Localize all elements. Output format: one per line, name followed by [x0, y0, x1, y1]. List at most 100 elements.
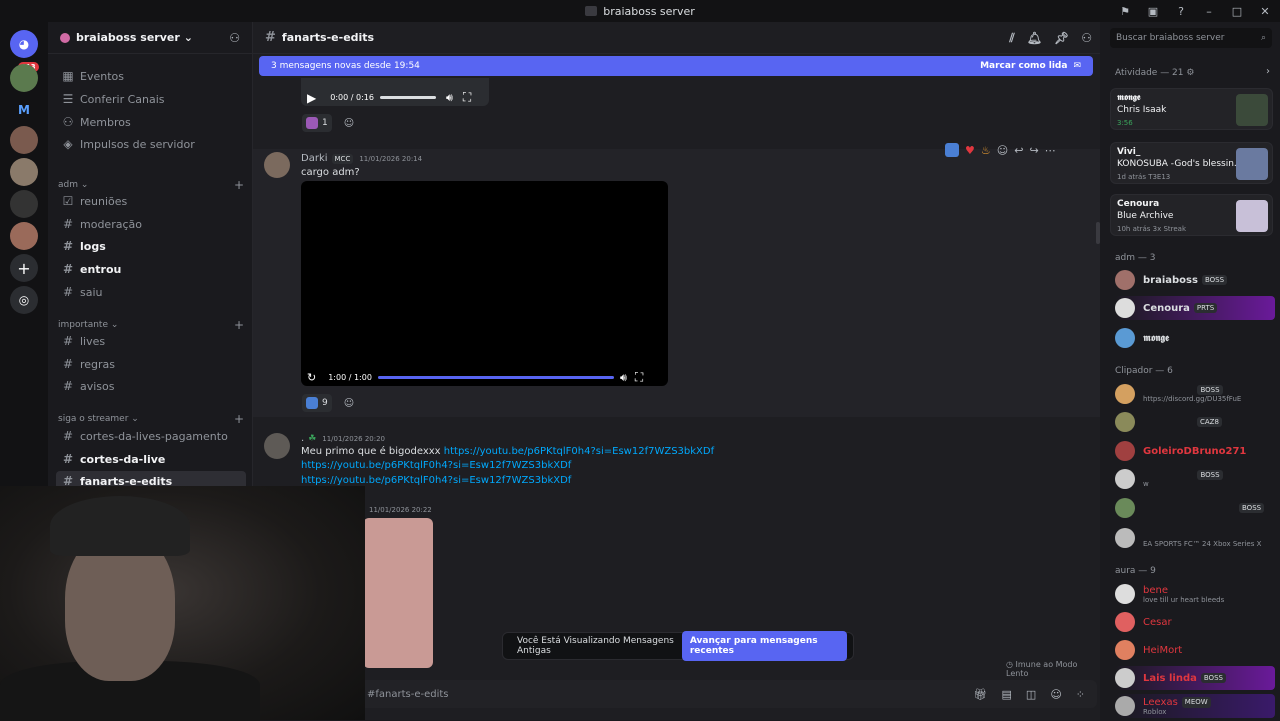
channel-entrou[interactable]: # entrou	[56, 259, 246, 279]
member-list-icon[interactable]: ⚇	[1081, 31, 1092, 45]
member-item[interactable]: HeiMort	[1115, 638, 1275, 662]
video-attachment[interactable]	[301, 181, 668, 386]
sticker-icon[interactable]: ◫	[1026, 688, 1036, 701]
nav-members[interactable]: ⚇ Membros	[56, 112, 246, 132]
apps-icon[interactable]: ⁘	[1076, 688, 1085, 701]
more-icon[interactable]: ⋯	[1045, 144, 1056, 157]
member-item[interactable]: bene love till ur heart bleeds	[1115, 582, 1275, 606]
maximize-icon[interactable]: □	[1230, 5, 1244, 18]
help-icon[interactable]: ?	[1174, 5, 1188, 18]
discover-icon[interactable]: ◎	[10, 286, 38, 314]
member-item[interactable]: 𝖒𝖔𝖓𝖌𝖊	[1115, 326, 1275, 350]
guild-icon[interactable]	[10, 64, 38, 92]
member-item[interactable]: EA SPORTS FC™ 24 Xbox Series X	[1115, 526, 1275, 550]
reaction[interactable]: 1	[302, 114, 332, 132]
minimize-icon[interactable]: –	[1202, 5, 1216, 18]
channel-cortes-da-live[interactable]: # cortes-da-live	[56, 449, 246, 469]
category-adm[interactable]: adm ⌄ +	[58, 178, 244, 192]
add-reaction-button[interactable]: ☺	[340, 394, 358, 412]
youtube-link[interactable]: https://youtu.be/p6PKtqlF0h4?si=Esw12f7W…	[301, 460, 571, 471]
member-item[interactable]: Cesar	[1115, 610, 1275, 634]
message-input[interactable]: #fanarts-e-edits 🎁︎ ▤ ◫ ☺ ⁘	[355, 680, 1097, 708]
gift-icon[interactable]: 🎁︎	[974, 688, 988, 701]
add-channel-icon[interactable]: +	[234, 178, 244, 192]
screen-icon[interactable]: ▣	[1146, 5, 1160, 18]
guild-icon[interactable]	[10, 126, 38, 154]
heart-icon[interactable]: ♥	[965, 144, 975, 157]
activity-card[interactable]: 𝖒𝖔𝖓𝖌𝖊 Chris Isaak 3:56	[1110, 88, 1273, 130]
video-player: ↻ 1:00 / 1:00 🔊︎ ⛶	[307, 370, 661, 385]
member-item[interactable]: braiaboss BOSS	[1115, 268, 1275, 292]
channel-reunioes[interactable]: ☑ reuniões	[56, 191, 246, 211]
channel-lives[interactable]: # lives	[56, 331, 246, 351]
volume-icon[interactable]: 🔊︎	[620, 371, 627, 385]
video-progress-bar[interactable]	[377, 376, 614, 379]
member-item[interactable]: BOSS https://discord.gg/DU35fFuE	[1115, 382, 1275, 406]
pin-icon[interactable]: 📌︎	[1054, 31, 1069, 45]
member-item[interactable]: GoleiroDBruno271	[1115, 439, 1275, 463]
channel-moderacao[interactable]: # moderação	[56, 214, 246, 234]
image-attachment[interactable]	[363, 518, 433, 668]
channel-avisos[interactable]: # avisos	[56, 376, 246, 396]
search-input[interactable]: Buscar braiaboss server ⌕	[1110, 28, 1272, 48]
fire-icon[interactable]: ♨	[981, 144, 991, 157]
volume-icon[interactable]: 🔊︎	[446, 91, 453, 105]
guild-icon[interactable]	[10, 222, 38, 250]
mark-read-button[interactable]: Marcar como lida	[980, 61, 1067, 71]
close-icon[interactable]: ✕	[1258, 5, 1272, 18]
reply-icon[interactable]: ↩	[1014, 144, 1023, 157]
reaction[interactable]: 9	[302, 394, 332, 412]
threads-icon[interactable]: ⫽	[1009, 31, 1014, 46]
member-item[interactable]: BOSS w	[1115, 467, 1275, 491]
author-name[interactable]: Darki	[301, 153, 328, 164]
hash-icon: #	[62, 379, 74, 393]
nav-browse-channels[interactable]: ☰ Conferir Canais	[56, 89, 246, 109]
list-icon: ☰	[62, 92, 74, 106]
jump-to-present-button[interactable]: Avançar para mensagens recentes	[681, 631, 847, 661]
inbox-flag-icon[interactable]: ⚑	[1118, 5, 1132, 18]
add-channel-icon[interactable]: +	[234, 412, 244, 426]
nav-boosts[interactable]: ◈ Impulsos de servidor	[56, 134, 246, 154]
fullscreen-icon[interactable]: ⛶	[635, 370, 643, 385]
invite-icon[interactable]: ⚇	[229, 31, 240, 45]
youtube-link[interactable]: https://youtu.be/p6PKtqlF0h4?si=Esw12f7W…	[301, 475, 571, 486]
member-item[interactable]: BOSS	[1115, 496, 1275, 520]
nav-events[interactable]: ▦ Eventos	[56, 66, 246, 86]
channel-saiu[interactable]: # saiu	[56, 282, 246, 302]
emoji-icon[interactable]: ☺	[1050, 688, 1061, 701]
category-importante[interactable]: importante ⌄ +	[58, 318, 244, 332]
add-reaction-icon[interactable]: ☺	[997, 144, 1008, 157]
author-name[interactable]: .	[301, 433, 304, 444]
youtube-link[interactable]: https://youtu.be/p6PKtqlF0h4?si=Esw12f7W…	[444, 446, 714, 457]
member-item[interactable]: Leexas MEOW Roblox	[1115, 694, 1275, 718]
activity-card[interactable]: Cenoura Blue Archive 10h atrás 3x Streak	[1110, 194, 1273, 236]
new-messages-bar[interactable]: 3 mensagens novas desde 19:54 Marcar com…	[259, 56, 1093, 76]
chevron-right-icon[interactable]: ›	[1266, 66, 1270, 77]
avatar[interactable]	[264, 433, 290, 459]
add-reaction-button[interactable]: ☺	[340, 114, 358, 132]
guild-icon-m[interactable]: M	[10, 96, 38, 124]
category-streamer[interactable]: siga o streamer ⌄ +	[58, 412, 244, 426]
server-header[interactable]: braiaboss server ⌄ ⚇	[48, 22, 252, 54]
activity-card[interactable]: Vivi_ KONOSUBA -God's blessin... 1d atrá…	[1110, 142, 1273, 184]
audio-seek-bar[interactable]	[379, 96, 436, 99]
gif-icon[interactable]: ▤	[1002, 688, 1012, 701]
fullscreen-icon[interactable]: ⛶	[463, 90, 471, 105]
channel-logs[interactable]: # logs	[56, 236, 246, 256]
home-button[interactable]: ◕	[10, 30, 38, 58]
member-item[interactable]: Lais linda BOSS	[1115, 666, 1275, 690]
guild-icon[interactable]	[10, 158, 38, 186]
channel-cortes-pagamento[interactable]: # cortes-da-lives-pagamento	[56, 426, 246, 446]
replay-icon[interactable]: ↻	[307, 371, 316, 384]
forward-icon[interactable]: ↪	[1029, 144, 1038, 157]
add-server-icon[interactable]: +	[10, 254, 38, 282]
guild-icon-active[interactable]	[10, 190, 38, 218]
channel-regras[interactable]: # regras	[56, 354, 246, 374]
w-reaction-icon[interactable]	[945, 143, 959, 157]
play-icon[interactable]: ▶	[307, 91, 316, 105]
add-channel-icon[interactable]: +	[234, 318, 244, 332]
member-item[interactable]: Cenoura PRTS	[1115, 296, 1275, 320]
bell-icon[interactable]: 🔔︎	[1027, 31, 1042, 45]
member-item[interactable]: CAZ8	[1115, 410, 1275, 434]
avatar[interactable]	[264, 152, 290, 178]
